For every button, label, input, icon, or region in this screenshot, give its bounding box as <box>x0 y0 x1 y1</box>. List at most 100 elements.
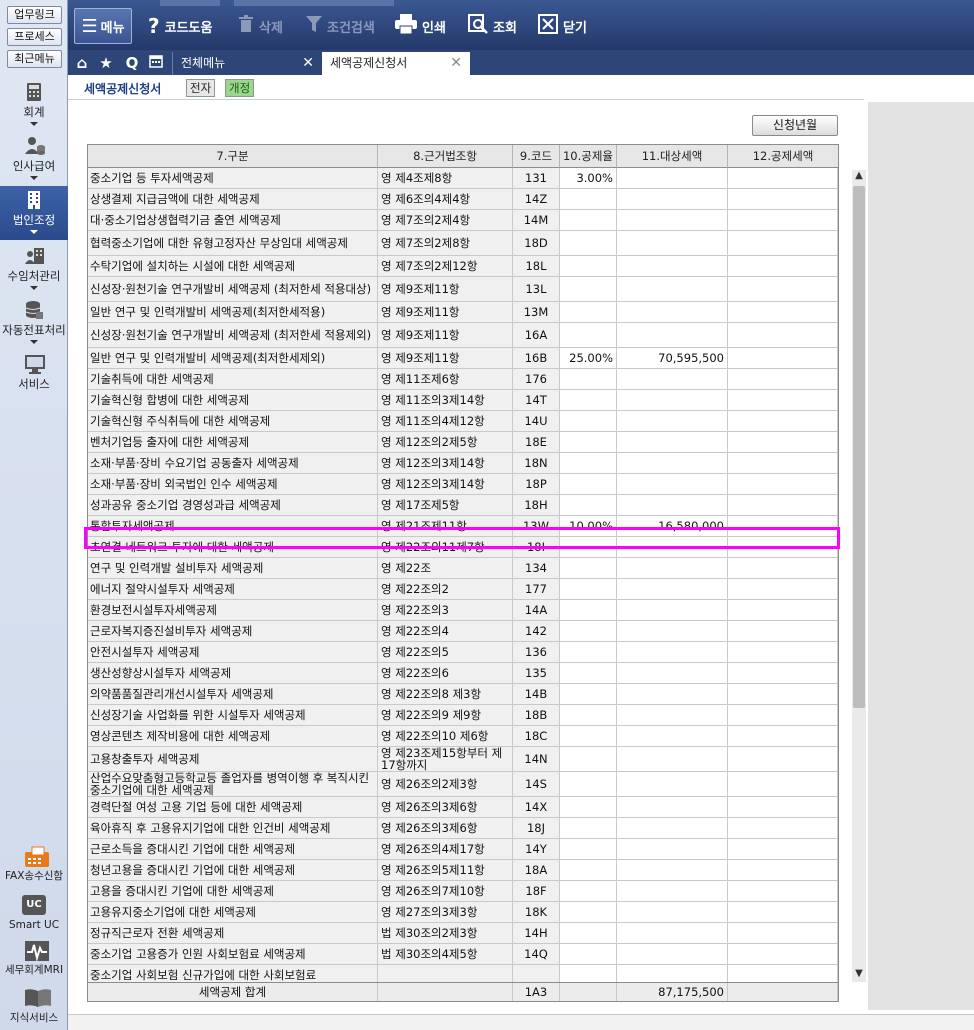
credit-tax-cell[interactable] <box>728 411 838 432</box>
table-row[interactable]: 소재·부품·장비 외국법인 인수 세액공제 영 제12조의3제14항 18P <box>88 474 838 495</box>
rate-cell[interactable] <box>560 323 617 348</box>
rate-cell[interactable] <box>560 747 617 772</box>
table-row[interactable]: 기술혁신형 합병에 대한 세액공제 영 제11조의3제14항 14T <box>88 390 838 411</box>
table-row[interactable]: 대·중소기업상생협력기금 출연 세액공제 영 제7조의2제4항 14M <box>88 210 838 231</box>
target-tax-cell[interactable] <box>617 277 728 302</box>
table-row[interactable]: 고용을 증대시킨 기업에 대한 세액공제 영 제26조의7제10항 18F <box>88 881 838 902</box>
star-icon[interactable]: ★ <box>96 53 116 73</box>
table-row[interactable]: 중소기업 고용증가 인원 사회보험료 세액공제 법 제30조의4제5항 14Q <box>88 944 838 965</box>
table-row[interactable]: 신성장·원천기술 연구개발비 세액공제 (최저한세 적용대상) 영 제9조제11항… <box>88 277 838 302</box>
inquiry-button[interactable]: 조회 <box>468 10 517 42</box>
target-tax-cell[interactable] <box>617 495 728 516</box>
target-tax-cell[interactable] <box>617 902 728 923</box>
credit-tax-cell[interactable] <box>728 663 838 684</box>
credit-tax-cell[interactable] <box>728 965 838 982</box>
calendar-icon[interactable] <box>146 53 166 73</box>
credit-tax-cell[interactable] <box>728 168 838 189</box>
table-row[interactable]: 중소기업 등 투자세액공제 영 제4조제8항 131 3.00% <box>88 168 838 189</box>
credit-tax-cell[interactable] <box>728 432 838 453</box>
sidebar-item-hr-payroll[interactable]: 인사급여 <box>0 136 68 180</box>
sidebar-item-client-management[interactable]: 수임처관리 <box>0 246 68 290</box>
table-row[interactable]: 신성장·원천기술 연구개발비 세액공제 (최저한세 적용제외) 영 제9조제11항… <box>88 323 838 348</box>
target-tax-cell[interactable] <box>617 881 728 902</box>
table-row[interactable]: 생산성향상시설투자 세액공제 영 제22조의6 135 <box>88 663 838 684</box>
rate-cell[interactable]: 25.00% <box>560 348 617 369</box>
target-tax-cell[interactable] <box>617 210 728 231</box>
credit-tax-cell[interactable] <box>728 390 838 411</box>
rate-cell[interactable] <box>560 860 617 881</box>
rate-cell[interactable] <box>560 772 617 797</box>
target-tax-cell[interactable] <box>617 168 728 189</box>
credit-tax-cell[interactable] <box>728 747 838 772</box>
table-row[interactable]: 기술혁신형 주식취득에 대한 세액공제 영 제11조의4제12항 14U <box>88 411 838 432</box>
credit-tax-cell[interactable] <box>728 772 838 797</box>
credit-tax-cell[interactable] <box>728 231 838 256</box>
table-row[interactable]: 연구 및 인력개발 설비투자 세액공제 영 제22조 134 <box>88 558 838 579</box>
target-tax-cell[interactable] <box>617 600 728 621</box>
target-tax-cell[interactable] <box>617 474 728 495</box>
print-button[interactable]: 인쇄 <box>395 10 446 42</box>
rate-cell[interactable] <box>560 558 617 579</box>
table-row[interactable]: 환경보전시설투자세액공제 영 제22조의3 14A <box>88 600 838 621</box>
target-tax-cell[interactable] <box>617 390 728 411</box>
scroll-down-icon[interactable]: ▼ <box>852 968 866 982</box>
credit-tax-cell[interactable] <box>728 839 838 860</box>
table-row[interactable]: 에너지 절약시설투자 세액공제 영 제22조의2 177 <box>88 579 838 600</box>
rate-cell[interactable] <box>560 579 617 600</box>
target-tax-cell[interactable] <box>617 747 728 772</box>
table-row[interactable]: 의약품품질관리개선시설투자 세액공제 영 제22조의8 제3항 14B <box>88 684 838 705</box>
vertical-scrollbar[interactable]: ▲ ▼ <box>852 170 866 982</box>
table-row[interactable]: 고용유지중소기업에 대한 세액공제 영 제27조의3제3항 18K <box>88 902 838 923</box>
target-tax-cell[interactable] <box>617 684 728 705</box>
delete-button[interactable]: 삭제 <box>238 10 283 42</box>
target-tax-cell[interactable] <box>617 860 728 881</box>
home-icon[interactable]: ⌂ <box>72 53 92 73</box>
table-row[interactable]: 산업수요맞춤형고등학교등 졸업자를 병역이행 후 복직시킨 중소기업에 대한 세… <box>88 772 838 797</box>
table-row[interactable]: 정규직근로자 전환 세액공제 법 제30조의2제3항 14H <box>88 923 838 944</box>
target-tax-cell[interactable] <box>617 621 728 642</box>
credit-tax-cell[interactable] <box>728 256 838 277</box>
target-tax-cell[interactable] <box>617 231 728 256</box>
credit-tax-cell[interactable] <box>728 923 838 944</box>
sidebar-item-corporate-adjustment[interactable]: 법인조정 <box>0 186 68 240</box>
sidebar-item-service[interactable]: 서비스 <box>0 354 68 392</box>
rate-cell[interactable] <box>560 965 617 982</box>
target-tax-cell[interactable] <box>617 411 728 432</box>
target-tax-cell[interactable] <box>617 189 728 210</box>
table-row[interactable]: 경력단절 여성 고용 기업 등에 대한 세액공제 영 제26조의3제6항 14X <box>88 797 838 818</box>
table-row[interactable]: 육아휴직 후 고용유지기업에 대한 인건비 세액공제 영 제26조의3제6항 18J <box>88 818 838 839</box>
process-button[interactable]: 프로세스 <box>7 28 62 46</box>
scroll-thumb[interactable] <box>853 186 865 708</box>
sidebar-item-accounting[interactable]: 회계 <box>0 82 68 126</box>
rate-cell[interactable] <box>560 390 617 411</box>
sidebar-item-tax-mri[interactable]: 세무회계MRI <box>0 940 68 977</box>
table-row[interactable]: 중소기업 사회보험 신규가입에 대한 사회보험료 <box>88 965 838 982</box>
rate-cell[interactable] <box>560 432 617 453</box>
credit-tax-cell[interactable] <box>728 705 838 726</box>
credit-tax-cell[interactable] <box>728 210 838 231</box>
target-tax-cell[interactable] <box>617 369 728 390</box>
target-tax-cell[interactable] <box>617 965 728 982</box>
apply-month-button[interactable]: 신청년월 <box>752 115 838 136</box>
rate-cell[interactable] <box>560 923 617 944</box>
target-tax-cell[interactable] <box>617 663 728 684</box>
table-row[interactable]: 일반 연구 및 인력개발비 세액공제(최저한세적용) 영 제9조제11항 13M <box>88 302 838 323</box>
credit-tax-cell[interactable] <box>728 860 838 881</box>
target-tax-cell[interactable] <box>617 579 728 600</box>
table-row[interactable]: 근로소득을 증대시킨 기업에 대한 세액공제 영 제26조의4제17항 14Y <box>88 839 838 860</box>
credit-tax-cell[interactable] <box>728 902 838 923</box>
table-row[interactable]: 근로자복지증진설비투자 세액공제 영 제22조의4 142 <box>88 621 838 642</box>
sidebar-item-auto-voucher[interactable]: 자동전표처리 <box>0 300 68 344</box>
target-tax-cell[interactable] <box>617 256 728 277</box>
credit-tax-cell[interactable] <box>728 495 838 516</box>
target-tax-cell[interactable] <box>617 726 728 747</box>
table-row[interactable]: 영상콘텐츠 제작비용에 대한 세액공제 영 제22조의10 제6항 18C <box>88 726 838 747</box>
rate-cell[interactable] <box>560 944 617 965</box>
close-icon[interactable]: ✕ <box>302 52 314 74</box>
table-row[interactable]: 벤처기업등 출자에 대한 세액공제 영 제12조의2제5항 18E <box>88 432 838 453</box>
target-tax-cell[interactable] <box>617 839 728 860</box>
credit-tax-cell[interactable] <box>728 453 838 474</box>
tab-all-menu[interactable]: 전체메뉴 ✕ <box>172 52 322 75</box>
credit-tax-cell[interactable] <box>728 277 838 302</box>
rate-cell[interactable] <box>560 663 617 684</box>
